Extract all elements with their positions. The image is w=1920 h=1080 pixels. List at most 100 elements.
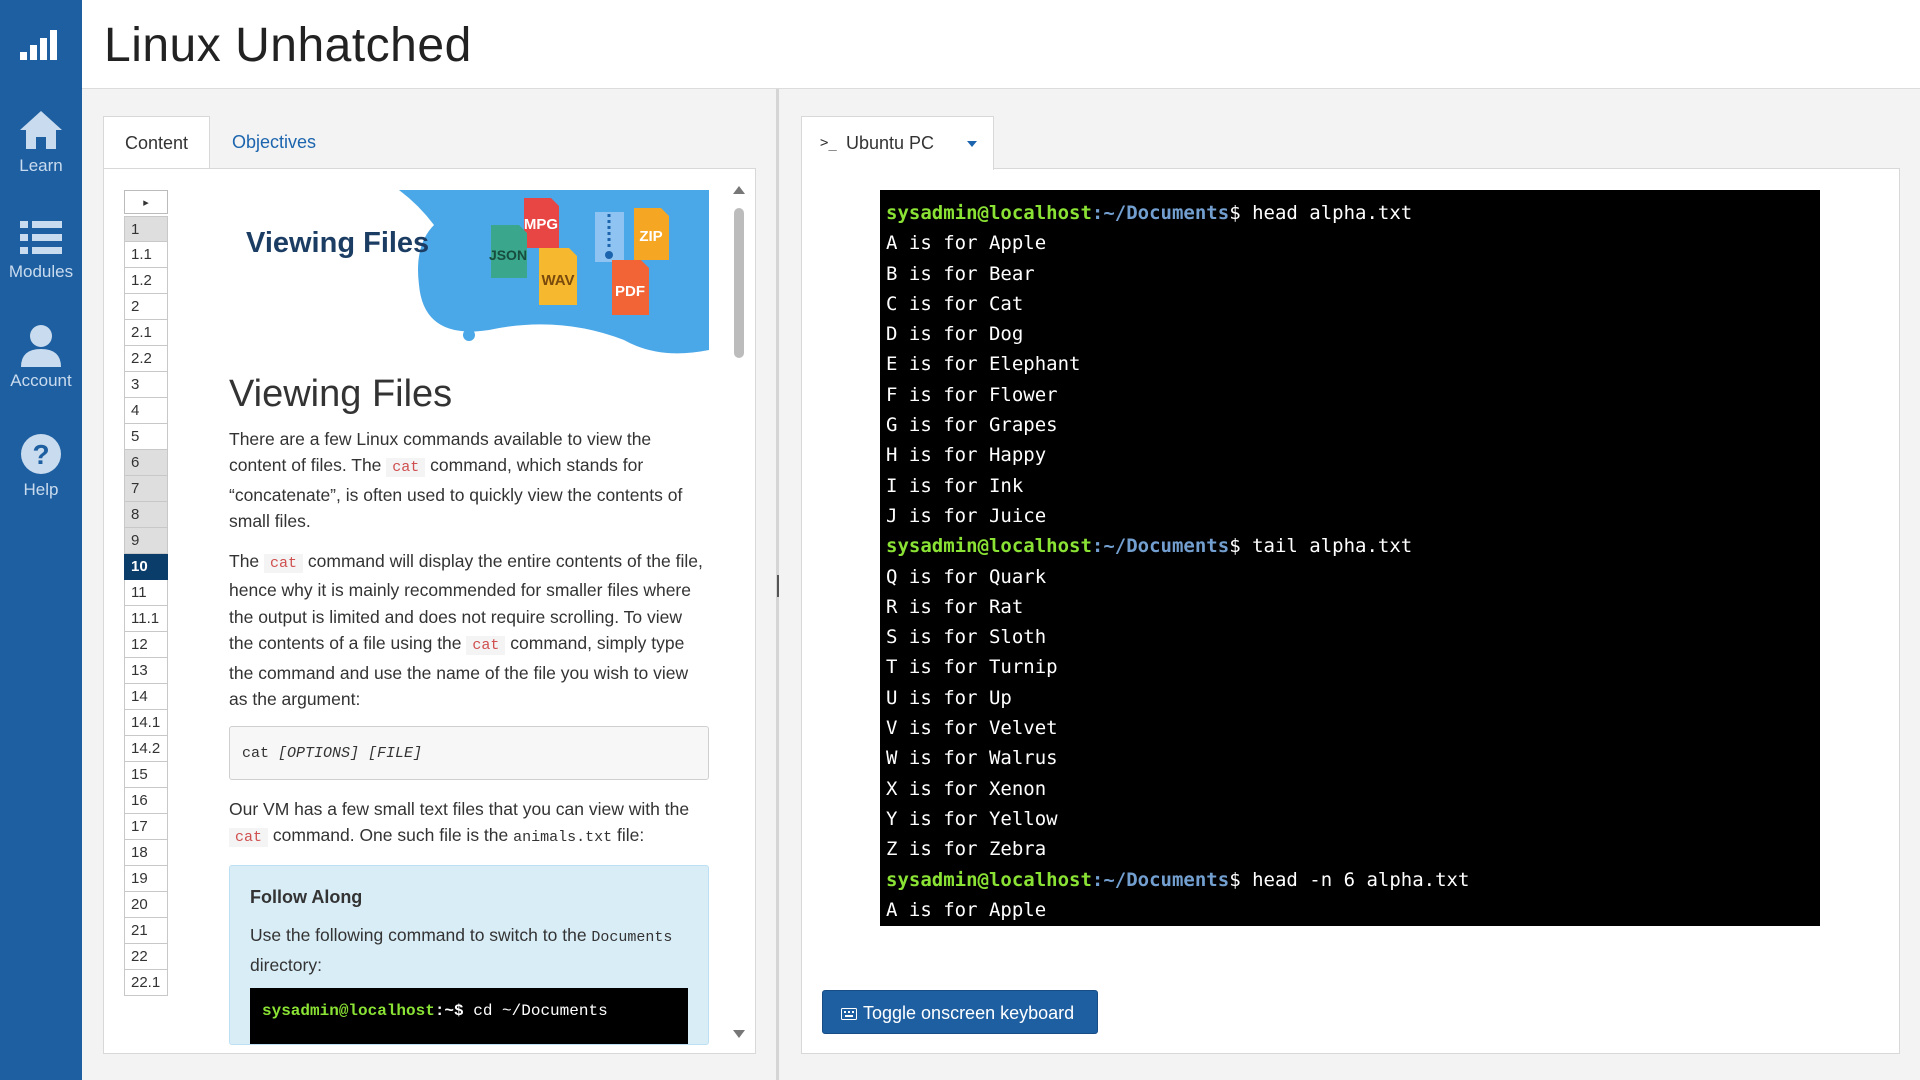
section-index-item[interactable]: 21	[124, 918, 168, 944]
follow-along-box: Follow Along Use the following command t…	[229, 864, 709, 1045]
keyboard-icon	[841, 1008, 857, 1020]
section-index-item[interactable]: 6	[124, 450, 168, 476]
terminal-output-line: B is for Bear	[886, 262, 1035, 285]
nav-modules[interactable]: Modules	[0, 218, 82, 282]
paragraph-animals-file: Our VM has a few small text files that y…	[229, 798, 690, 847]
terminal-output-line: F is for Flower	[886, 383, 1058, 406]
tab-objectives[interactable]: Objectives	[232, 116, 316, 169]
paragraph-intro: There are a few Linux commands available…	[229, 428, 683, 532]
section-index-item[interactable]: 18	[124, 840, 168, 866]
section-index-item[interactable]: 4	[124, 398, 168, 424]
section-index-item[interactable]: 20	[124, 892, 168, 918]
section-index: ▸ 1 1.1 1.2 2 2.1 2.2 3 4 5 6 7 8 9 10 11 11.1 12 13 14 14.…	[124, 190, 168, 996]
page-header: Linux Unhatched	[82, 0, 1920, 89]
json-file-icon: JSON	[489, 225, 527, 278]
section-index-item[interactable]: 9	[124, 528, 168, 554]
section-index-item[interactable]: 19	[124, 866, 168, 892]
section-index-item[interactable]: 1	[124, 216, 168, 242]
section-index-item[interactable]: 17	[124, 814, 168, 840]
nav-account-label: Account	[10, 371, 72, 390]
nav-help-label: Help	[23, 480, 59, 499]
svg-text:ZIP: ZIP	[639, 228, 662, 245]
svg-text:WAV: WAV	[541, 272, 574, 289]
terminal-output-line: V is for Velvet	[886, 717, 1058, 740]
section-index-item[interactable]: 15	[124, 762, 168, 788]
section-index-item[interactable]: 1.1	[124, 242, 168, 268]
terminal-output-line: R is for Rat	[886, 595, 1024, 618]
terminal-output-line: Z is for Zebra	[886, 838, 1047, 861]
section-index-item[interactable]: 8	[124, 502, 168, 528]
nav-learn[interactable]: Learn	[0, 108, 82, 176]
toggle-keyboard-label: Toggle onscreen keyboard	[863, 1003, 1075, 1023]
section-index-item[interactable]: 1.2	[124, 268, 168, 294]
lesson-article: Viewing Files MPG JSON WAV ZIP PDF Viewi…	[229, 190, 709, 1045]
wav-file-icon: WAV	[539, 248, 577, 305]
help-icon: ?	[21, 434, 61, 474]
section-index-toggle[interactable]: ▸	[124, 190, 168, 214]
zipper-file-icon	[595, 212, 624, 262]
syntax-code-block: cat [OPTIONS] [FILE]	[229, 725, 709, 780]
pdf-file-icon: PDF	[612, 260, 649, 315]
sidebar: Learn Modules Account ? Help	[0, 0, 82, 1080]
section-index-item[interactable]: 2.1	[124, 320, 168, 346]
nav-learn-label: Learn	[19, 156, 63, 175]
svg-text:PDF: PDF	[615, 283, 645, 300]
terminal-output-line: A is for Apple	[886, 898, 1047, 921]
inline-code-cat: cat	[229, 828, 269, 847]
section-index-item[interactable]: 14.1	[124, 710, 168, 736]
section-index-item[interactable]: 2	[124, 294, 168, 320]
section-index-item[interactable]: 14	[124, 684, 168, 710]
lesson-banner: Viewing Files MPG JSON WAV ZIP PDF	[229, 190, 709, 355]
section-index-item[interactable]: 10	[124, 554, 168, 580]
content-scroll-thumb[interactable]	[734, 208, 744, 358]
netacad-logo-icon[interactable]	[20, 28, 60, 64]
follow-along-command[interactable]: sysadmin@localhost:~$ cd ~/Documents	[250, 988, 688, 1044]
terminal-output-line: Y is for Yellow	[886, 807, 1058, 830]
nav-modules-label: Modules	[8, 262, 74, 281]
svg-text:MPG: MPG	[524, 216, 558, 233]
inline-filename: animals.txt	[513, 829, 613, 846]
section-index-item[interactable]: 22.1	[124, 970, 168, 996]
file-types-illustration: Viewing Files MPG JSON WAV ZIP PDF	[246, 190, 709, 354]
terminal-prompt-line: sysadmin@localhost:~/Documents$ tail alp…	[886, 535, 1413, 558]
toggle-keyboard-button[interactable]: Toggle onscreen keyboard	[822, 990, 1098, 1034]
section-index-item[interactable]: 16	[124, 788, 168, 814]
lesson-heading: Viewing Files	[229, 373, 453, 415]
section-index-item[interactable]: 22	[124, 944, 168, 970]
mpg-file-icon: MPG	[524, 198, 559, 248]
terminal-output-line: W is for Walrus	[886, 747, 1058, 770]
section-index-item[interactable]: 12	[124, 632, 168, 658]
terminal-output-line: U is for Up	[886, 686, 1012, 709]
section-index-item[interactable]: 7	[124, 476, 168, 502]
terminal-output-line: Q is for Quark	[886, 565, 1047, 588]
section-index-item[interactable]: 5	[124, 424, 168, 450]
svg-text:JSON: JSON	[489, 247, 527, 263]
section-index-item[interactable]: 13	[124, 658, 168, 684]
user-icon	[21, 325, 61, 367]
terminal-output-line: C is for Cat	[886, 292, 1024, 315]
terminal-output-line: X is for Xenon	[886, 777, 1047, 800]
terminal-prompt-line: sysadmin@localhost:~/Documents$ head -n …	[886, 868, 1470, 891]
tab-ubuntu-pc[interactable]: >_ Ubuntu PC	[801, 116, 994, 170]
terminal-output-line: G is for Grapes	[886, 414, 1058, 437]
nav-account[interactable]: Account	[0, 323, 82, 391]
page-title: Linux Unhatched	[104, 19, 472, 72]
terminal-output-line: I is for Ink	[886, 474, 1024, 497]
scroll-down-arrow-icon	[733, 1030, 745, 1038]
section-index-item[interactable]: 3	[124, 372, 168, 398]
terminal-prompt-line: sysadmin@localhost:~/Documents$ head alp…	[886, 202, 1413, 224]
zip-file-icon: ZIP	[634, 208, 669, 260]
caret-down-icon[interactable]	[967, 141, 977, 147]
inline-code-cat: cat	[466, 636, 506, 655]
section-index-item[interactable]: 11.1	[124, 606, 168, 632]
tab-content[interactable]: Content	[103, 116, 210, 170]
section-index-item[interactable]: 14.2	[124, 736, 168, 762]
section-index-item[interactable]: 2.2	[124, 346, 168, 372]
list-icon	[20, 221, 62, 254]
tab-ubuntu-pc-label: Ubuntu PC	[846, 133, 935, 153]
nav-help[interactable]: ? Help	[0, 432, 82, 500]
terminal-output-line: E is for Elephant	[886, 353, 1081, 376]
terminal-screen[interactable]: sysadmin@localhost:~/Documents$ head alp…	[880, 190, 1820, 926]
section-index-item[interactable]: 11	[124, 580, 168, 606]
paragraph-cat-usage: The cat command will display the entire …	[229, 550, 703, 710]
